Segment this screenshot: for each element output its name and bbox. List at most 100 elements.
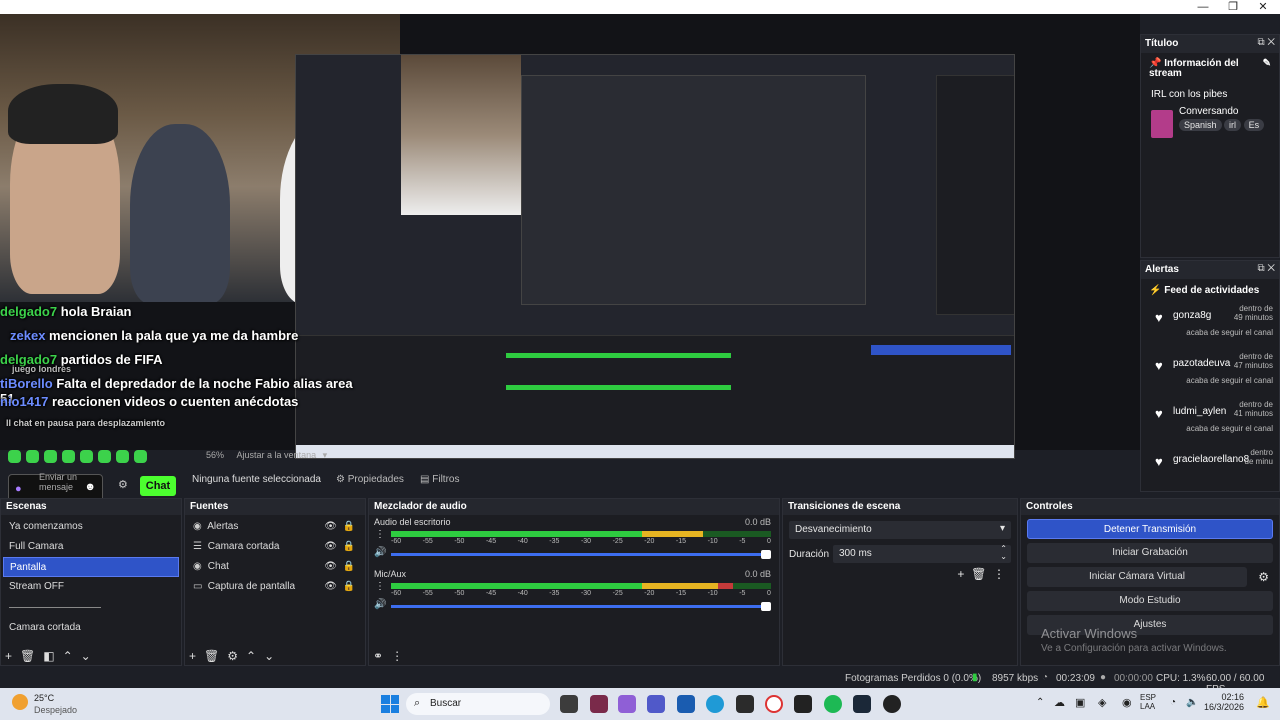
chevron-down-icon[interactable]: ⌄ (264, 649, 274, 663)
gear-icon[interactable]: ⚙ (227, 649, 238, 663)
opera-icon[interactable] (765, 695, 783, 713)
obs-icon[interactable] (883, 695, 901, 713)
volume-icon[interactable]: 🔈 (1186, 697, 1198, 708)
copilot-icon[interactable] (618, 695, 636, 713)
notification-icon[interactable]: 🔔 (1256, 696, 1270, 709)
dock-controls[interactable]: ⧉ ✕ (1257, 263, 1275, 274)
volume-slider[interactable] (391, 550, 771, 559)
start-recording-button[interactable]: Iniciar Grabación (1027, 543, 1273, 563)
spotify-icon[interactable] (824, 695, 842, 713)
stop-streaming-button[interactable]: Detener Transmisión (1027, 519, 1273, 539)
close-button[interactable]: ✕ (1248, 0, 1278, 14)
stepper-icon[interactable]: ⌃ ⌄ (1000, 545, 1007, 561)
scene-item[interactable]: Stream OFF (3, 577, 179, 597)
emoji-icon[interactable]: ☻ (84, 481, 96, 493)
add-icon[interactable]: + (189, 649, 196, 663)
wifi-icon[interactable]: ◔ (1170, 697, 1176, 708)
globe-icon: ◉ (193, 561, 202, 572)
lock-icon[interactable]: 🔒 (343, 577, 355, 597)
properties-button[interactable]: ⚙ Propiedades (336, 474, 404, 485)
start-virtual-camera-button[interactable]: Iniciar Cámara Virtual (1027, 567, 1247, 587)
fit-dropdown[interactable]: Ajustar a la ventana (237, 450, 317, 460)
eye-icon[interactable]: 👁 (324, 577, 337, 597)
language-indicator[interactable]: ESP LAA (1140, 693, 1156, 711)
eye-icon[interactable]: 👁 (324, 517, 337, 537)
chevron-up-icon[interactable]: ⌃ (1036, 697, 1044, 708)
divider (9, 607, 101, 608)
volume-slider[interactable] (391, 602, 771, 611)
edge-icon[interactable] (706, 695, 724, 713)
zoom-level: 56% (206, 450, 225, 460)
add-icon[interactable]: + (957, 567, 964, 581)
add-icon[interactable]: + (5, 649, 12, 663)
gear-icon[interactable]: ⚙ (118, 478, 128, 491)
filters-button[interactable]: ▤ Filtros (420, 474, 459, 485)
steam-icon[interactable] (853, 695, 871, 713)
source-item[interactable]: ☰ Camara cortada 👁 🔒 (187, 537, 363, 557)
link-icon[interactable]: ⚭ (373, 649, 383, 663)
outlook-icon[interactable] (677, 695, 695, 713)
windows-start-icon[interactable] (381, 695, 399, 713)
taskbar-search[interactable]: ⌕ Buscar (406, 693, 550, 715)
preview-canvas[interactable]: delgado7 hola Braian zekex mencionen la … (0, 14, 1140, 502)
group-icon: ☰ (193, 541, 202, 552)
trash-icon[interactable]: 🗑 (204, 649, 219, 663)
weather-temp[interactable]: 25°C (34, 693, 54, 703)
track-menu-icon[interactable]: ⋮ (375, 581, 385, 592)
track-name: Mic/Aux (374, 569, 407, 579)
explorer-icon[interactable] (736, 695, 754, 713)
heart-icon: ♥ (1155, 454, 1163, 469)
menu-icon[interactable]: ⋮ (993, 567, 1005, 581)
trash-icon[interactable]: 🗑 (20, 649, 35, 663)
dock-controls[interactable]: ⧉ ✕ (1257, 37, 1275, 48)
lock-icon[interactable]: 🔒 (343, 517, 355, 537)
eye-icon[interactable]: 👁 (324, 557, 337, 577)
emote-bar (8, 450, 178, 466)
menu-icon[interactable]: ⋮ (391, 649, 403, 663)
scene-item[interactable]: Full Camara (3, 537, 179, 557)
app-tray-icon[interactable]: ◉ (1122, 696, 1132, 709)
track-menu-icon[interactable]: ⋮ (375, 529, 385, 540)
minimize-button[interactable]: — (1188, 0, 1218, 14)
bitrate: 8957 kbps (992, 673, 1039, 684)
chevron-down-icon[interactable]: ⌄ (81, 649, 91, 663)
app-icon[interactable] (590, 695, 608, 713)
wifi-icon: ◔ (1042, 672, 1049, 683)
chevron-up-icon[interactable]: ⌃ (63, 649, 73, 663)
tray-icon[interactable]: ◈ (1098, 696, 1106, 709)
source-item[interactable]: ◉ Chat 👁 🔒 (187, 557, 363, 577)
task-view-icon[interactable] (560, 695, 578, 713)
source-item[interactable]: ▭ Captura de pantalla 👁 🔒 (187, 577, 363, 597)
chat-send-button[interactable]: Chat (140, 476, 176, 496)
transition-select[interactable]: Desvanecimiento ▾ (789, 521, 1011, 539)
speaker-icon[interactable]: 🔊 (374, 599, 386, 610)
meter-scale: -60 -55 -50 -45 -40 -35 -30 -25 -20 -15 -10 -5 0 (391, 590, 771, 597)
onedrive-icon[interactable]: ☁ (1054, 696, 1065, 709)
scene-item-selected[interactable]: Pantalla (3, 557, 179, 577)
panel-title: Controles (1021, 499, 1279, 515)
scene-item[interactable]: Camara cortada (3, 618, 179, 638)
speaker-icon[interactable]: 🔊 (374, 547, 386, 558)
heart-icon: ♥ (1155, 406, 1163, 421)
lock-icon[interactable]: 🔒 (343, 537, 355, 557)
chevron-up-icon[interactable]: ⌃ (246, 649, 256, 663)
gear-icon[interactable]: ⚙ (1258, 570, 1269, 584)
sources-panel: Fuentes ◉ Alertas 👁 🔒 ☰ Camara cortada 👁 🔒 ◉… (184, 498, 366, 666)
chat-paused-notice: ll chat en pausa para desplazamiento (6, 418, 166, 428)
eye-icon[interactable]: 👁 (324, 537, 337, 557)
app-tray-icon[interactable]: ▣ (1075, 696, 1085, 709)
edit-icon[interactable]: ✎ (1263, 59, 1271, 69)
track-name: Audio del escritorio (374, 517, 451, 527)
scene-item[interactable]: Ya comenzamos (3, 517, 179, 537)
filter-icon[interactable]: ◧ (43, 649, 54, 663)
restore-button[interactable]: ❐ (1218, 0, 1248, 14)
clock[interactable]: 02:16 16/3/2026 (1204, 692, 1244, 712)
studio-mode-button[interactable]: Modo Estudio (1027, 591, 1273, 611)
screen-capture-source (295, 54, 1015, 459)
epic-games-icon[interactable] (794, 695, 812, 713)
duration-input[interactable]: 300 ms ⌃ ⌄ (833, 545, 1011, 563)
source-item[interactable]: ◉ Alertas 👁 🔒 (187, 517, 363, 537)
lock-icon[interactable]: 🔒 (343, 557, 355, 577)
trash-icon[interactable]: 🗑 (971, 567, 986, 581)
teams-icon[interactable] (647, 695, 665, 713)
